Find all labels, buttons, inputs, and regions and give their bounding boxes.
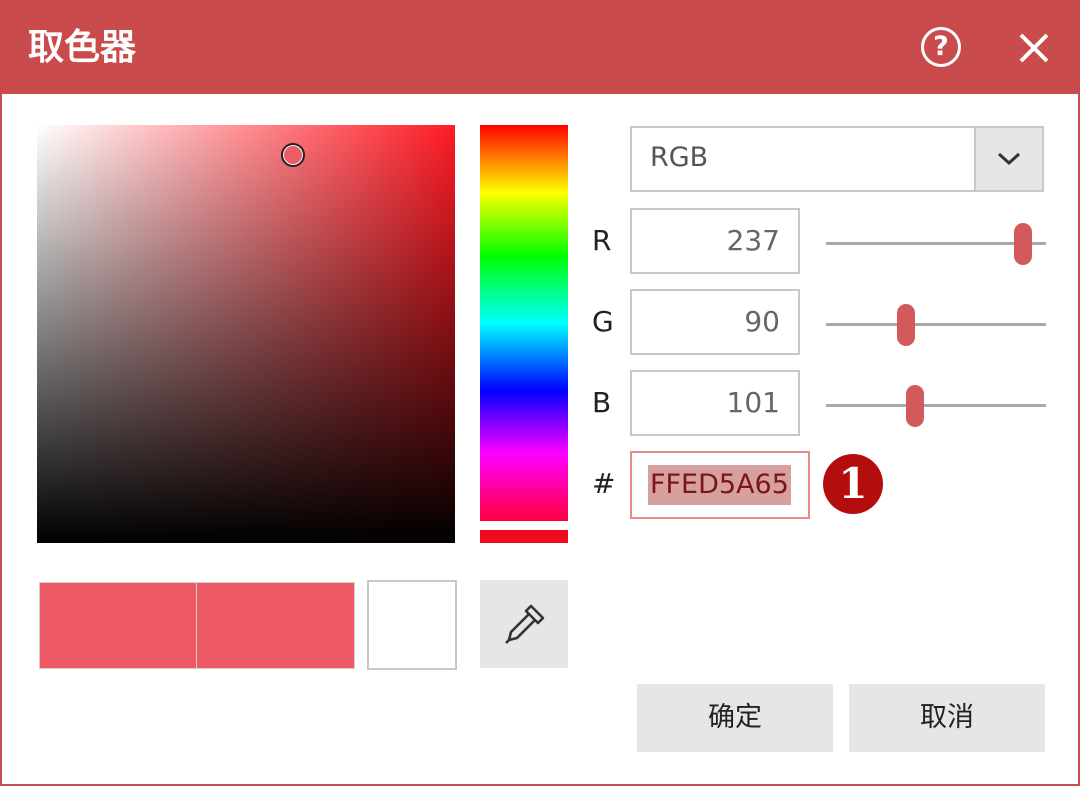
b-slider-thumb[interactable]	[906, 385, 924, 427]
r-slider-thumb[interactable]	[1013, 223, 1032, 265]
g-slider-thumb[interactable]	[897, 304, 916, 346]
close-icon[interactable]	[1012, 26, 1056, 70]
g-label: G	[592, 305, 614, 338]
g-input[interactable]: 90	[630, 289, 800, 355]
sv-cursor[interactable]	[281, 143, 305, 167]
title-bar: 取色器 ?	[2, 2, 1078, 94]
color-mode-dropdown[interactable]: RGB	[630, 126, 1044, 192]
dropdown-toggle[interactable]	[974, 128, 1042, 190]
step-badge: 1	[823, 454, 883, 514]
hex-input[interactable]: FFED5A65	[630, 451, 810, 519]
help-icon[interactable]: ?	[921, 27, 961, 67]
color-picker-dialog: 取色器 ? RGB R 237 G 90 B 101 # FFED5A65 1 …	[0, 0, 1080, 786]
chevron-down-icon	[997, 152, 1021, 166]
ok-button[interactable]: 确定	[637, 684, 833, 752]
eyedropper-icon	[505, 604, 545, 644]
hue-slider[interactable]	[480, 125, 568, 521]
hue-selection-indicator	[480, 530, 568, 543]
saturation-value-panel[interactable]	[37, 125, 455, 543]
cancel-button[interactable]: 取消	[849, 684, 1045, 752]
current-color-swatch	[39, 582, 197, 669]
r-label: R	[592, 224, 612, 257]
b-slider-track[interactable]	[826, 404, 1046, 407]
previous-color-swatch[interactable]	[367, 580, 457, 670]
dialog-title: 取色器	[28, 27, 137, 68]
b-label: B	[592, 386, 612, 419]
g-slider-track[interactable]	[826, 323, 1046, 326]
r-input[interactable]: 237	[630, 208, 800, 274]
eyedropper-button[interactable]	[480, 580, 568, 668]
hex-value: FFED5A65	[648, 465, 791, 505]
b-input[interactable]: 101	[630, 370, 800, 436]
current-color-swatch-right	[196, 582, 355, 669]
color-mode-value: RGB	[650, 142, 709, 173]
hex-label: #	[592, 467, 616, 500]
